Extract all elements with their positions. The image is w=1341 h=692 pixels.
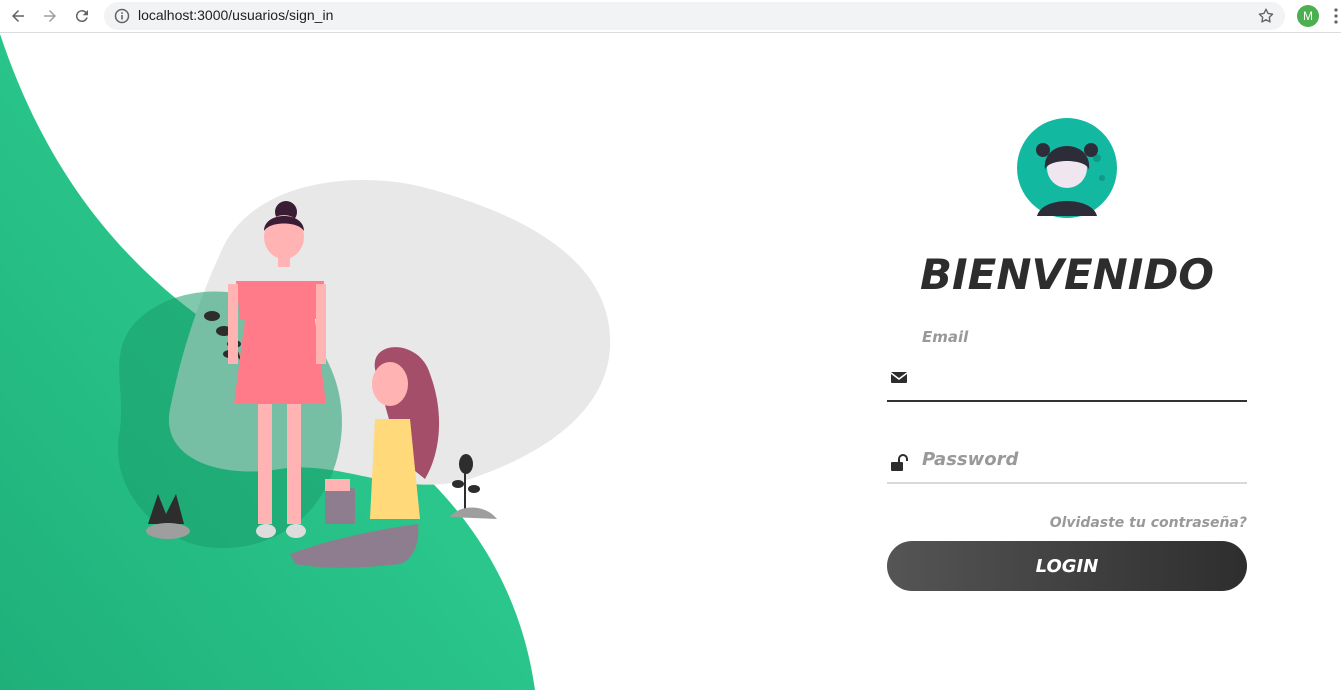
password-underline: [887, 482, 1247, 484]
info-icon[interactable]: [114, 8, 130, 24]
arrow-right-icon: [44, 10, 56, 22]
kebab-menu-icon[interactable]: [1333, 8, 1339, 24]
browser-toolbar: localhost:3000/usuarios/sign_in M: [0, 0, 1341, 33]
unlock-icon: [891, 454, 908, 471]
email-input[interactable]: [922, 362, 1242, 392]
password-input[interactable]: [922, 444, 1242, 474]
women-illustration: [118, 180, 611, 568]
forgot-password-link[interactable]: Olvidaste tu contraseña?: [1050, 515, 1247, 531]
forward-button[interactable]: [38, 4, 62, 28]
arrow-left-icon: [12, 10, 24, 22]
email-underline: [887, 400, 1247, 402]
url-text[interactable]: localhost:3000/usuarios/sign_in: [138, 7, 333, 23]
password-field-group: [887, 428, 1247, 518]
welcome-title: BIENVENIDO: [919, 250, 1215, 299]
email-label: Email: [922, 328, 969, 346]
back-button[interactable]: [6, 4, 30, 28]
reload-icon: [75, 10, 88, 23]
login-button[interactable]: LOGIN: [887, 541, 1247, 591]
email-field-group: Email: [887, 328, 1247, 418]
address-bar[interactable]: localhost:3000/usuarios/sign_in: [104, 2, 1285, 30]
profile-avatar[interactable]: M: [1297, 5, 1319, 27]
reload-button[interactable]: [70, 4, 94, 28]
star-icon[interactable]: [1257, 7, 1275, 25]
login-page: BIENVENIDO Email Olvidaste tu contraseña…: [0, 34, 1341, 690]
envelope-icon: [890, 372, 908, 383]
login-form: BIENVENIDO Email Olvidaste tu contraseña…: [887, 118, 1247, 598]
user-avatar-icon: [1017, 118, 1117, 218]
